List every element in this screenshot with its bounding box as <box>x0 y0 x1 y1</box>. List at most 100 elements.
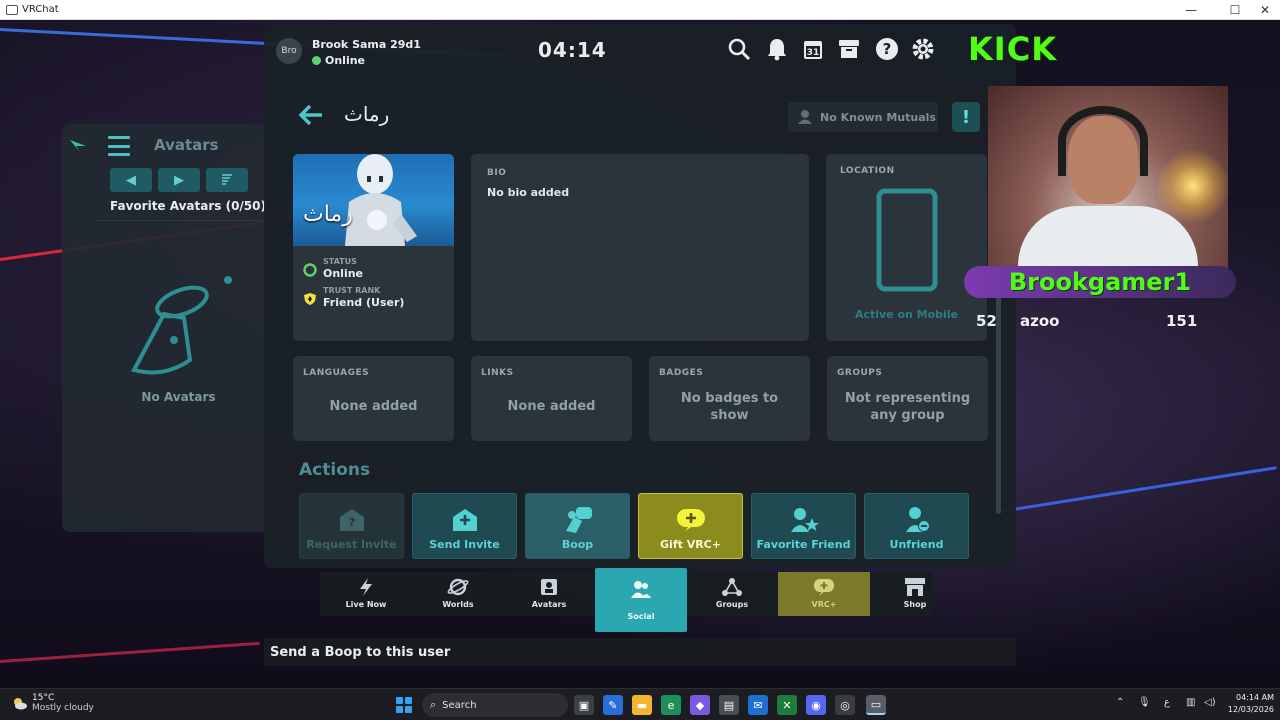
whiteboard-icon[interactable]: ✎ <box>603 695 623 715</box>
favorite-friend-label: Favorite Friend <box>756 538 851 551</box>
kick-logo: KICK <box>968 30 1057 68</box>
tray-chevron-icon[interactable]: ⌃ <box>1116 697 1124 708</box>
microphone-icon[interactable]: 🎙 <box>1138 697 1151 708</box>
divider <box>96 220 270 221</box>
nav-social[interactable]: Social <box>595 568 687 632</box>
social-profile-panel: Bro Brook Sama 29d1 Online 04:14 31 ? رم <box>264 24 1016 568</box>
volume-icon[interactable]: ◁) <box>1204 697 1216 708</box>
mail-icon[interactable]: ✉ <box>748 695 768 715</box>
window-titlebar: VRChat — ☐ ✕ <box>0 0 1280 20</box>
sort-button[interactable] <box>206 168 248 192</box>
scene-beam <box>0 641 260 663</box>
headphones-icon <box>1058 106 1148 176</box>
webcam-feed <box>988 86 1228 296</box>
gear-icon[interactable] <box>910 36 936 62</box>
maximize-button[interactable]: ☐ <box>1220 0 1250 20</box>
send-invite-label: Send Invite <box>429 538 500 551</box>
current-status-text: Online <box>325 54 366 67</box>
search-icon: ⌕ <box>430 698 437 711</box>
avatars-panel: Avatars ◀ ▶ Favorite Avatars (0/50) No A… <box>62 124 270 532</box>
favorite-friend-button[interactable]: Favorite Friend <box>751 493 856 559</box>
cloud-icon <box>14 698 27 710</box>
mutuals-button[interactable]: No Known Mutuals <box>788 102 938 132</box>
minimize-button[interactable]: — <box>1176 0 1206 20</box>
gift-vrc-icon <box>639 506 742 534</box>
search-icon[interactable] <box>726 36 752 62</box>
discord-icon[interactable]: ◉ <box>806 695 826 715</box>
avatar[interactable]: Bro <box>276 38 302 64</box>
help-icon[interactable]: ? <box>874 36 900 62</box>
favorite-avatars-count: Favorite Avatars (0/50) <box>110 199 266 213</box>
taskbar-search-label: Search <box>442 699 477 711</box>
status-icon <box>303 263 317 277</box>
unfriend-button[interactable]: Unfriend <box>864 493 969 559</box>
gift-vrc-plus-button[interactable]: Gift VRC+ <box>638 493 743 559</box>
store-icon[interactable]: ▤ <box>719 695 739 715</box>
edge-icon[interactable]: e <box>661 695 681 715</box>
input-language[interactable]: ع <box>1164 697 1170 708</box>
ufo-icon <box>131 276 232 375</box>
sort-icon <box>222 174 232 185</box>
mobile-phone-icon <box>876 188 938 292</box>
boop-button[interactable]: Boop <box>525 493 630 559</box>
weather-widget[interactable]: 15°C Mostly cloudy <box>12 693 94 713</box>
app-icon[interactable]: ◎ <box>835 695 855 715</box>
badges-card: BADGES No badges to show <box>649 356 810 441</box>
panel-grip-icon[interactable] <box>68 138 90 156</box>
clock: 04:14 <box>538 38 607 62</box>
copilot-icon[interactable]: ◆ <box>690 695 710 715</box>
folder-icon[interactable]: ▬ <box>632 695 652 715</box>
hover-tooltip: Send a Boop to this user <box>264 638 1016 666</box>
calendar-icon[interactable]: 31 <box>800 36 826 62</box>
profile-name: رماث <box>344 102 390 126</box>
status-value: Online <box>323 267 364 280</box>
nav-groups[interactable]: Groups <box>686 572 778 616</box>
request-invite-label: Request Invite <box>306 538 397 551</box>
languages-card: LANGUAGES None added <box>293 356 454 441</box>
close-button[interactable]: ✕ <box>1250 0 1280 20</box>
groups-value: Not representing any group <box>844 391 971 423</box>
window-title: VRChat <box>22 4 59 15</box>
actions-title: Actions <box>299 460 371 480</box>
bio-card: BIO No bio added <box>471 154 809 341</box>
prev-page-button[interactable]: ◀ <box>110 168 152 192</box>
avatars-panel-title: Avatars <box>154 136 219 154</box>
nav-label: Worlds <box>442 600 474 609</box>
nav-label: VRC+ <box>811 600 837 609</box>
report-button[interactable]: ! <box>952 102 980 132</box>
windows-start-icon[interactable] <box>396 697 412 713</box>
task-view-icon[interactable]: ▣ <box>574 695 594 715</box>
avatars-icon <box>503 576 595 598</box>
gift-vrc-plus-label: Gift VRC+ <box>660 538 721 551</box>
network-icon[interactable]: ▥ <box>1186 697 1195 708</box>
weather-text: Mostly cloudy <box>32 703 94 713</box>
no-avatars-text: No Avatars <box>141 390 216 404</box>
vrchat-taskbar-icon[interactable]: ▭ <box>866 695 886 715</box>
next-page-button[interactable]: ▶ <box>158 168 200 192</box>
back-arrow-icon[interactable] <box>298 104 324 132</box>
menu-icon[interactable] <box>108 136 130 156</box>
links-label: LINKS <box>481 368 514 378</box>
taskbar-clock[interactable]: 04:14 AM 12/03/2026 <box>1224 692 1274 716</box>
nav-shop[interactable]: Shop <box>869 572 961 616</box>
send-invite-button[interactable]: Send Invite <box>412 493 517 559</box>
nav-label: Social <box>627 612 655 621</box>
nav-worlds[interactable]: Worlds <box>412 572 504 616</box>
profile-header: رماث No Known Mutuals ! <box>264 96 1016 144</box>
nav-live-now[interactable]: Live Now <box>320 572 412 616</box>
groups-card: GROUPS Not representing any group <box>827 356 988 441</box>
profile-picture[interactable]: رماث <box>293 154 454 246</box>
bell-icon[interactable] <box>764 36 790 62</box>
taskbar-search[interactable]: ⌕ Search <box>422 693 568 717</box>
groups-icon <box>686 576 778 598</box>
sub-mid: azoo <box>1020 312 1060 330</box>
nav-avatars[interactable]: Avatars <box>503 572 595 616</box>
trust-rank-label: TRUST RANK <box>323 286 381 295</box>
taskbar-time: 04:14 AM <box>1236 693 1274 702</box>
mutuals-icon <box>798 110 812 124</box>
request-invite-button[interactable]: ? Request Invite <box>299 493 404 559</box>
inventory-icon[interactable] <box>836 36 862 62</box>
xbox-icon[interactable]: ✕ <box>777 695 797 715</box>
nav-vrc-plus[interactable]: VRC+ <box>778 572 870 616</box>
current-username: Brook Sama 29d1 <box>312 38 421 51</box>
